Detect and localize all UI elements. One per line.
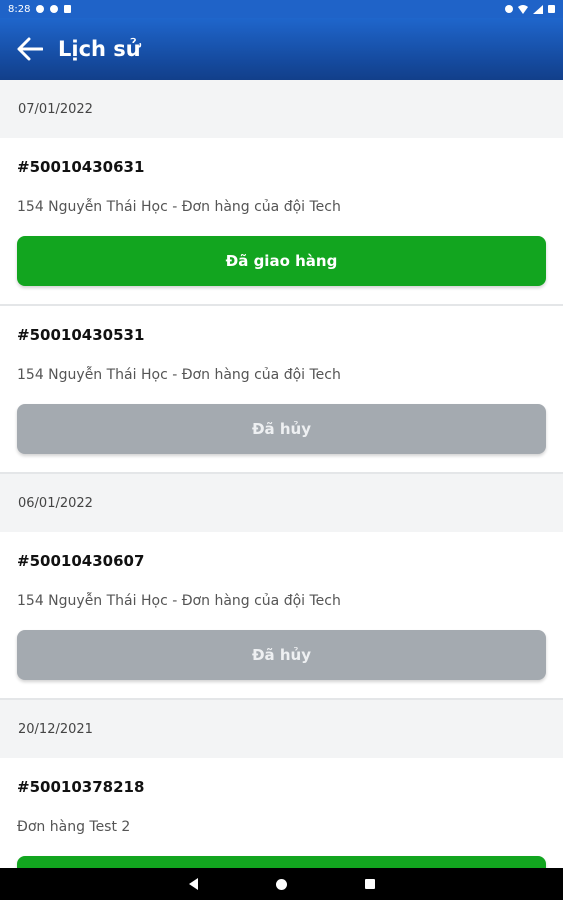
page-title: Lịch sử (58, 37, 141, 61)
app-notification-icon (50, 5, 59, 13)
back-button[interactable] (14, 33, 46, 65)
order-code: #50010430607 (17, 552, 145, 570)
status-time: 8:28 (8, 3, 31, 15)
order-status-delivered-button[interactable]: Đã giao hàng (17, 236, 546, 286)
system-nav-bar (0, 868, 563, 900)
order-item[interactable]: #50010430607 154 Nguyễn Thái Học - Đơn h… (0, 532, 563, 700)
history-list[interactable]: 07/01/2022 #50010430631 154 Nguyễn Thái … (0, 80, 563, 868)
signal-icon (533, 4, 543, 14)
order-status-cancelled-button[interactable]: Đã hủy (17, 404, 546, 454)
nav-back-icon[interactable] (188, 878, 198, 890)
battery-icon (548, 5, 555, 13)
clipboard-icon (64, 5, 72, 13)
order-description: Đơn hàng Test 2 (17, 819, 131, 835)
settings-icon (36, 5, 45, 13)
order-description: 154 Nguyễn Thái Học - Đơn hàng của đội T… (17, 199, 341, 215)
order-item[interactable]: #50010430531 154 Nguyễn Thái Học - Đơn h… (0, 306, 563, 474)
group-date: 07/01/2022 (0, 80, 563, 138)
order-description: 154 Nguyễn Thái Học - Đơn hàng của đội T… (17, 593, 341, 609)
order-status-delivered-button[interactable] (17, 856, 546, 868)
order-code: #50010430631 (17, 158, 145, 176)
order-code: #50010378218 (17, 778, 145, 796)
app-bar: Lịch sử (0, 18, 563, 80)
group-date: 06/01/2022 (0, 474, 563, 532)
arrow-left-icon (17, 37, 43, 61)
order-description: 154 Nguyễn Thái Học - Đơn hàng của đội T… (17, 367, 341, 383)
order-status-cancelled-button[interactable]: Đã hủy (17, 630, 546, 680)
order-item[interactable]: #50010378218 Đơn hàng Test 2 (0, 758, 563, 868)
nav-recents-icon[interactable] (364, 879, 375, 889)
wifi-icon (518, 4, 528, 14)
nav-home-icon[interactable] (275, 878, 287, 890)
order-item[interactable]: #50010430631 154 Nguyễn Thái Học - Đơn h… (0, 138, 563, 306)
group-date: 20/12/2021 (0, 700, 563, 758)
order-code: #50010430531 (17, 326, 145, 344)
status-bar: 8:28 (0, 0, 563, 18)
location-icon (505, 5, 513, 13)
